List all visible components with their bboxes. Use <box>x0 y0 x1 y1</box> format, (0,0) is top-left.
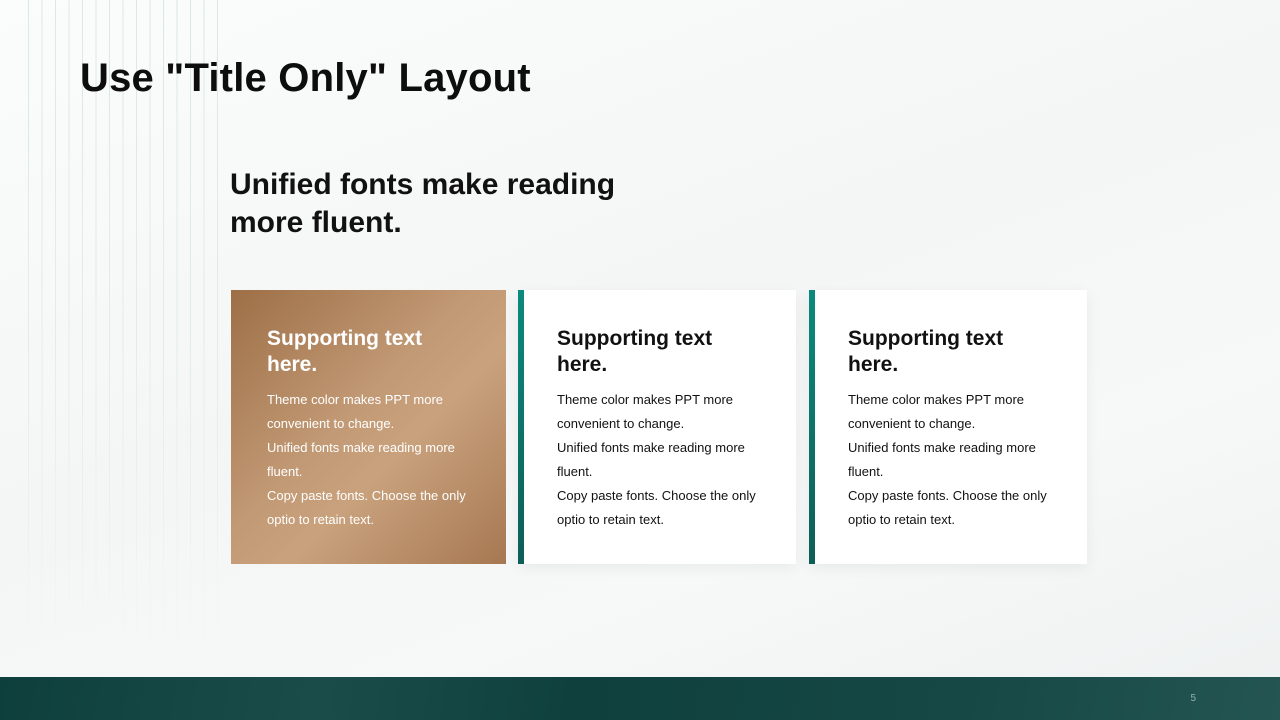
card-body: Theme color makes PPT more convenient to… <box>557 388 766 532</box>
footer-band: 5 <box>0 677 1280 720</box>
card-body: Theme color makes PPT more convenient to… <box>848 388 1057 532</box>
card-heading: Supporting text here. <box>848 327 1004 376</box>
card-line: Unified fonts make reading more <box>557 440 745 455</box>
card-line: fluent. <box>848 464 884 479</box>
supporting-card-2: Supporting text here. Theme color makes … <box>518 290 796 564</box>
card-line: fluent. <box>267 464 303 479</box>
card-line: fluent. <box>557 464 593 479</box>
card-line: convenient to change. <box>267 416 395 431</box>
card-line: Theme color makes PPT more <box>267 392 444 407</box>
card-body: Theme color makes PPT more convenient to… <box>267 388 476 532</box>
card-line: Theme color makes PPT more <box>848 392 1025 407</box>
slide-title: Use "Title Only" Layout <box>80 56 531 100</box>
card-line: Unified fonts make reading more <box>848 440 1036 455</box>
card-line: Copy paste fonts. Choose the only <box>557 488 756 503</box>
card-line: optio to retain text. <box>848 512 955 527</box>
card-heading: Supporting text here. <box>267 327 423 376</box>
slide-subtitle: Unified fonts make reading more fluent. <box>230 168 616 239</box>
card-line: convenient to change. <box>848 416 976 431</box>
page-number: 5 <box>1190 693 1196 704</box>
card-line: Copy paste fonts. Choose the only <box>848 488 1047 503</box>
card-heading: Supporting text here. <box>557 327 713 376</box>
card-line: Copy paste fonts. Choose the only <box>267 488 466 503</box>
card-line: optio to retain text. <box>557 512 664 527</box>
supporting-card-3: Supporting text here. Theme color makes … <box>809 290 1087 564</box>
card-line: optio to retain text. <box>267 512 374 527</box>
supporting-card-1: Supporting text here. Theme color makes … <box>231 290 506 564</box>
card-line: Theme color makes PPT more <box>557 392 734 407</box>
card-line: convenient to change. <box>557 416 685 431</box>
card-line: Unified fonts make reading more <box>267 440 455 455</box>
